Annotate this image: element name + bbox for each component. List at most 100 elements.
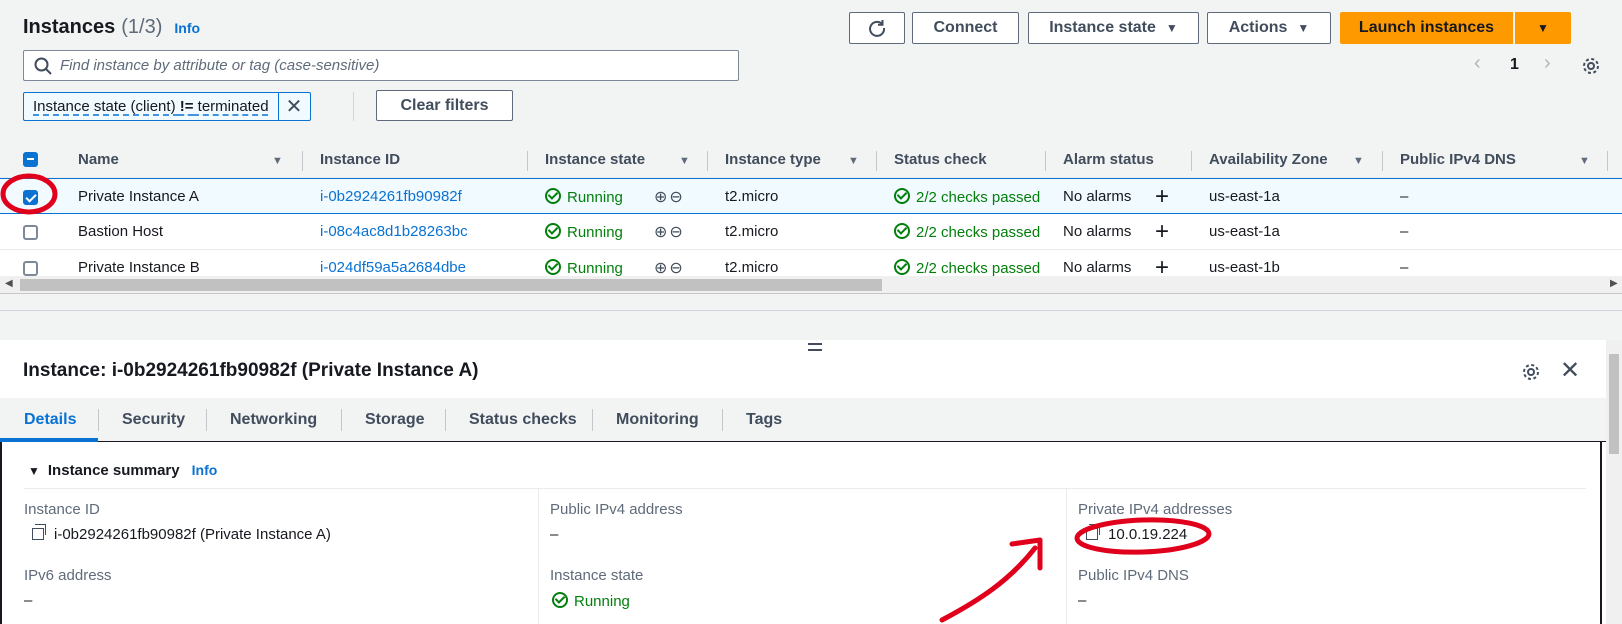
column-resizer[interactable] (707, 151, 708, 171)
cell-availability-zone: us-east-1a (1209, 223, 1280, 240)
column-resizer[interactable] (1191, 151, 1192, 171)
refresh-button[interactable] (849, 12, 905, 44)
column-header-name[interactable]: Name (78, 151, 119, 168)
remove-filter-icon[interactable]: ✕ (277, 93, 310, 120)
instance-state-label: Instance state (1049, 19, 1156, 36)
page-number[interactable]: 1 (1510, 56, 1519, 74)
public-ipv4-value: – (550, 526, 559, 543)
sort-caret-icon[interactable]: ▼ (272, 155, 283, 167)
tab-details[interactable]: Details (24, 411, 76, 429)
column-resizer[interactable] (1607, 151, 1608, 171)
clear-filters-button[interactable]: Clear filters (376, 90, 513, 121)
instance-state-button[interactable]: Instance state ▼ (1028, 12, 1199, 44)
column-header-status-check[interactable]: Status check (894, 151, 987, 168)
private-ipv4-text: 10.0.19.224 (1108, 526, 1188, 543)
column-resizer[interactable] (302, 151, 303, 171)
scroll-right-icon[interactable]: ▶ (1610, 278, 1618, 289)
scrollbar-thumb[interactable] (20, 279, 882, 291)
row-checkbox[interactable] (23, 225, 38, 240)
tab-tags[interactable]: Tags (746, 411, 782, 429)
sort-caret-icon[interactable]: ▼ (679, 155, 690, 167)
column-resizer[interactable] (876, 151, 877, 171)
search-input[interactable] (60, 57, 720, 74)
instances-panel: Instances (1/3) Info Connect Instance stat… (0, 0, 1622, 310)
tab-networking[interactable]: Networking (230, 411, 317, 429)
cell-public-dns: – (1400, 188, 1409, 205)
detail-tabs: Details Security Networking Storage Stat… (0, 398, 1622, 442)
tab-separator (98, 409, 99, 431)
add-alarm-icon[interactable]: + (1155, 218, 1169, 246)
vertical-scrollbar-thumb[interactable] (1609, 354, 1619, 454)
add-alarm-icon[interactable]: + (1155, 183, 1169, 211)
column-header-public-ipv4-dns[interactable]: Public IPv4 DNS (1400, 151, 1516, 168)
tab-separator (592, 409, 593, 431)
settings-gear-icon[interactable] (1581, 56, 1601, 76)
resize-handle[interactable] (808, 343, 822, 351)
column-resizer[interactable] (527, 151, 528, 171)
search-field[interactable] (23, 50, 739, 81)
row-checkbox[interactable] (23, 190, 38, 205)
success-check-icon (545, 259, 561, 275)
actions-button[interactable]: Actions ▼ (1207, 12, 1331, 44)
cell-availability-zone: us-east-1a (1209, 188, 1280, 205)
launch-dropdown-button[interactable]: ▼ (1515, 12, 1571, 44)
cell-instance-id-link[interactable]: i-024df59a5a2684dbe (320, 259, 466, 276)
zoom-in-out-icons[interactable]: ⊕⊖ (654, 187, 685, 207)
vertical-scrollbar[interactable] (1606, 340, 1622, 624)
success-check-icon (545, 223, 561, 239)
panel-settings-gear-icon[interactable] (1521, 362, 1541, 382)
column-resizer[interactable] (1045, 151, 1046, 171)
select-all-checkbox[interactable] (23, 152, 38, 167)
column-header-instance-state[interactable]: Instance state (545, 151, 645, 168)
caret-down-icon: ▼ (1165, 21, 1178, 35)
launch-instances-button[interactable]: Launch instances (1340, 12, 1513, 44)
zoom-in-out-icons[interactable]: ⊕⊖ (654, 222, 685, 242)
column-header-instance-id[interactable]: Instance ID (320, 151, 400, 168)
column-header-alarm-status[interactable]: Alarm status (1063, 151, 1154, 168)
tab-security[interactable]: Security (122, 411, 185, 429)
cell-availability-zone: us-east-1b (1209, 259, 1280, 276)
filter-token-label[interactable]: Instance state (client) != terminated (24, 98, 278, 115)
instance-state-text: Running (574, 593, 630, 610)
tab-storage[interactable]: Storage (365, 411, 425, 429)
row-checkbox[interactable] (23, 261, 38, 276)
copy-icon[interactable] (32, 524, 46, 540)
instance-id-text: i-0b2924261fb90982f (Private Instance A) (54, 526, 331, 543)
summary-title: Instance summary (47, 462, 180, 479)
cell-instance-id-link[interactable]: i-0b2924261fb90982f (320, 188, 462, 205)
sort-caret-icon[interactable]: ▼ (848, 155, 859, 167)
instance-summary-header[interactable]: ▼ Instance summary Info (28, 462, 217, 479)
sort-caret-icon[interactable]: ▼ (1353, 155, 1364, 167)
success-check-icon (552, 592, 568, 608)
summary-info-link[interactable]: Info (192, 462, 218, 478)
column-resizer[interactable] (1382, 151, 1383, 171)
selection-count: (1/3) (121, 16, 163, 38)
scroll-left-icon[interactable]: ◀ (5, 278, 13, 289)
filter-token[interactable]: Instance state (client) != terminated ✕ (23, 92, 311, 121)
ipv6-label: IPv6 address (24, 567, 112, 584)
cell-instance-id-link[interactable]: i-08c4ac8d1b28263bc (320, 223, 468, 240)
next-page-icon[interactable]: › (1544, 52, 1551, 75)
zoom-in-out-icons[interactable]: ⊕⊖ (654, 258, 685, 278)
success-check-icon (894, 259, 910, 275)
column-header-instance-type[interactable]: Instance type (725, 151, 821, 168)
column-header-availability-zone[interactable]: Availability Zone (1209, 151, 1328, 168)
info-link[interactable]: Info (174, 20, 200, 36)
table-row[interactable]: Bastion Host i-08c4ac8d1b28263bc Running… (0, 214, 1622, 250)
tab-monitoring[interactable]: Monitoring (616, 411, 699, 429)
horizontal-scrollbar[interactable]: ◀ ▶ (0, 276, 1622, 294)
tab-status-checks[interactable]: Status checks (469, 411, 577, 429)
previous-page-icon[interactable]: ‹ (1474, 52, 1481, 75)
tab-separator (341, 409, 342, 431)
cell-name: Bastion Host (78, 223, 164, 240)
close-panel-icon[interactable]: ✕ (1560, 356, 1580, 385)
connect-button[interactable]: Connect (912, 12, 1019, 44)
sort-caret-icon[interactable]: ▼ (1579, 155, 1590, 167)
cell-status-check: 2/2 checks passed (894, 259, 1040, 277)
collapse-triangle-icon[interactable]: ▼ (28, 464, 40, 478)
copy-icon[interactable] (1086, 524, 1100, 540)
page-title: Instances (1/3) Info (23, 16, 200, 39)
table-row[interactable]: Private Instance A i-0b2924261fb90982f R… (0, 178, 1622, 214)
ec2-console: Instances (1/3) Info Connect Instance stat… (0, 0, 1622, 624)
detail-title: Instance: i-0b2924261fb90982f (Private I… (23, 360, 479, 381)
